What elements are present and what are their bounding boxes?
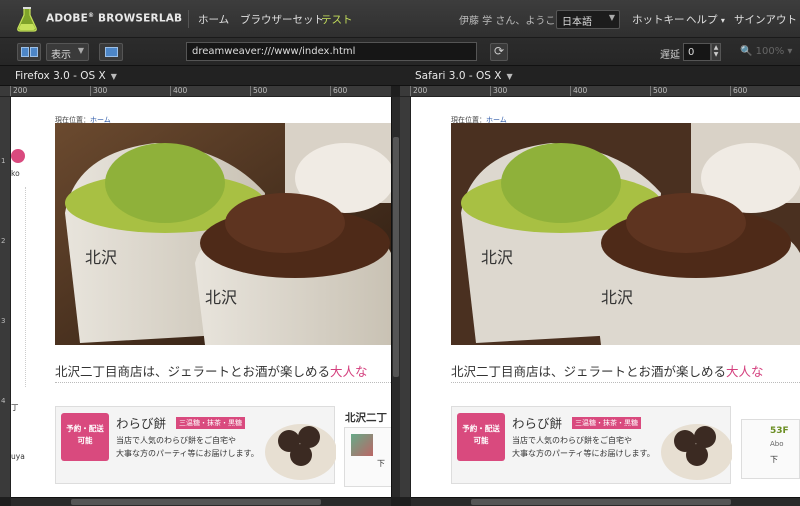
- svg-text:北沢: 北沢: [481, 248, 513, 267]
- svg-text:北沢: 北沢: [205, 288, 237, 307]
- dotted-column: [25, 187, 26, 387]
- divider: [55, 382, 391, 383]
- side-count: 53F: [770, 426, 789, 436]
- side-by-side-view-icon[interactable]: [17, 43, 41, 61]
- hero-gelato-image: 北沢 北沢: [55, 123, 391, 345]
- side-subtitle: Abo: [770, 440, 784, 448]
- brand-name: ADOBE® BROWSERLAB: [46, 12, 183, 25]
- reservation-badge: 予約・配送 可能: [457, 413, 505, 461]
- horizontal-ruler: 200 300 400 500 600: [400, 86, 800, 97]
- page-headline: 北沢二丁目商店は、ジェラートとお酒が楽しめる大人な: [451, 364, 764, 379]
- chevron-down-icon: ▾: [720, 16, 725, 25]
- horizontal-scrollbar[interactable]: [11, 497, 391, 506]
- horizontal-scrollbar[interactable]: [411, 497, 800, 506]
- user-greeting: 伊藤 学 さん、ようこそ: [459, 16, 566, 27]
- horizontal-ruler: 200 300 400 500 600: [0, 86, 391, 97]
- nav-home[interactable]: ホーム: [198, 12, 229, 27]
- reservation-badge: 予約・配送 可能: [61, 413, 109, 461]
- browser-pane-firefox: Firefox 3.0 - OS X ▼ 200 300 400 500 600 …: [0, 66, 400, 506]
- side-text: 下: [770, 455, 778, 464]
- left-column-text: ko: [11, 169, 20, 178]
- nav-hotkeys[interactable]: ホットキー: [632, 12, 685, 27]
- side-card[interactable]: 53F Abo 下: [741, 419, 800, 479]
- browser-pane-safari: Safari 3.0 - OS X ▼ 200 300 400 500 600 現…: [400, 66, 800, 506]
- chevron-down-icon: ▼: [77, 46, 84, 55]
- url-input[interactable]: [186, 42, 477, 61]
- delay-label: 遅延: [660, 50, 680, 61]
- vertical-ruler: [400, 97, 411, 497]
- divider: [451, 382, 800, 383]
- thumbnail-image: [351, 434, 373, 456]
- banner-description: 当店で人気のわらび餅をご自宅や 大事な方のパーティ等にお届けします。: [512, 436, 655, 458]
- hero-gelato-image: 北沢 北沢: [451, 123, 800, 345]
- nav-sign-out[interactable]: サインアウト: [734, 12, 797, 27]
- warabi-banner[interactable]: 予約・配送 可能 わらび餅 三温糖・抹茶・黒糖 当店で人気のわらび餅をご自宅や 大事…: [451, 406, 732, 484]
- app-header: ADOBE® BROWSERLAB ホーム ブラウザーセット テスト 伊藤 学 …: [0, 0, 800, 38]
- browser-selector[interactable]: Safari 3.0 - OS X ▼: [400, 66, 800, 86]
- delay-stepper[interactable]: ▲ ▼: [711, 43, 721, 61]
- warabi-mochi-image: [661, 424, 732, 480]
- flask-logo-icon: [17, 7, 37, 32]
- single-view-icon[interactable]: [99, 43, 123, 61]
- chevron-down-icon: ▼: [110, 72, 117, 81]
- view-menu[interactable]: 表示 ▼: [46, 43, 89, 61]
- nav-help[interactable]: ヘルプ ▾: [686, 12, 725, 27]
- language-select[interactable]: 日本語 ▼: [556, 10, 620, 29]
- page-viewport: ko 丁 uya 現在位置：ホーム 北沢 北沢 北沢二丁目商店は、ジェラートとお…: [11, 97, 391, 497]
- page-headline: 北沢二丁目商店は、ジェラートとお酒が楽しめる大人な: [55, 364, 368, 379]
- page-viewport: 現在位置：ホーム 北沢 北沢 北沢二丁目商店は、ジェラートとお酒が楽しめる大人な…: [411, 97, 800, 497]
- chevron-down-icon: ▼: [608, 13, 615, 22]
- nav-test[interactable]: テスト: [321, 12, 353, 27]
- chevron-down-icon: ▼: [506, 72, 513, 81]
- svg-text:北沢: 北沢: [85, 248, 117, 267]
- warabi-mochi-image: [265, 424, 336, 480]
- svg-text:北沢: 北沢: [601, 288, 633, 307]
- vertical-ruler: 1 2 3 4: [0, 97, 11, 497]
- refresh-icon[interactable]: ⟳: [490, 43, 508, 61]
- delay-input[interactable]: [683, 43, 711, 61]
- nav-browser-sets[interactable]: ブラウザーセット: [240, 12, 324, 27]
- banner-title: わらび餅: [116, 416, 167, 431]
- banner-title: わらび餅: [512, 416, 563, 431]
- banner-tag: 三温糖・抹茶・黒糖: [176, 417, 245, 429]
- vertical-scrollbar[interactable]: [391, 97, 400, 497]
- left-column-text: uya: [11, 452, 25, 461]
- left-column-text: 丁: [11, 403, 19, 412]
- browser-selector[interactable]: Firefox 3.0 - OS X ▼: [0, 66, 400, 86]
- banner-description: 当店で人気のわらび餅をご自宅や 大事な方のパーティ等にお届けします。: [116, 436, 259, 458]
- banner-tag: 三温糖・抹茶・黒糖: [572, 417, 641, 429]
- divider: [188, 10, 189, 28]
- logo-mark: [11, 149, 25, 163]
- side-section-title: 北沢二丁: [345, 412, 387, 424]
- side-card[interactable]: 下: [344, 427, 391, 487]
- warabi-banner[interactable]: 予約・配送 可能 わらび餅 三温糖・抹茶・黒糖 当店で人気のわらび餅をご自宅や 大事…: [55, 406, 336, 484]
- zoom-control[interactable]: 🔍 100% ▾: [740, 46, 792, 57]
- toolbar: 表示▼ ⟳ 遅延 ▲▼ 🔍 100% ▾: [0, 38, 800, 66]
